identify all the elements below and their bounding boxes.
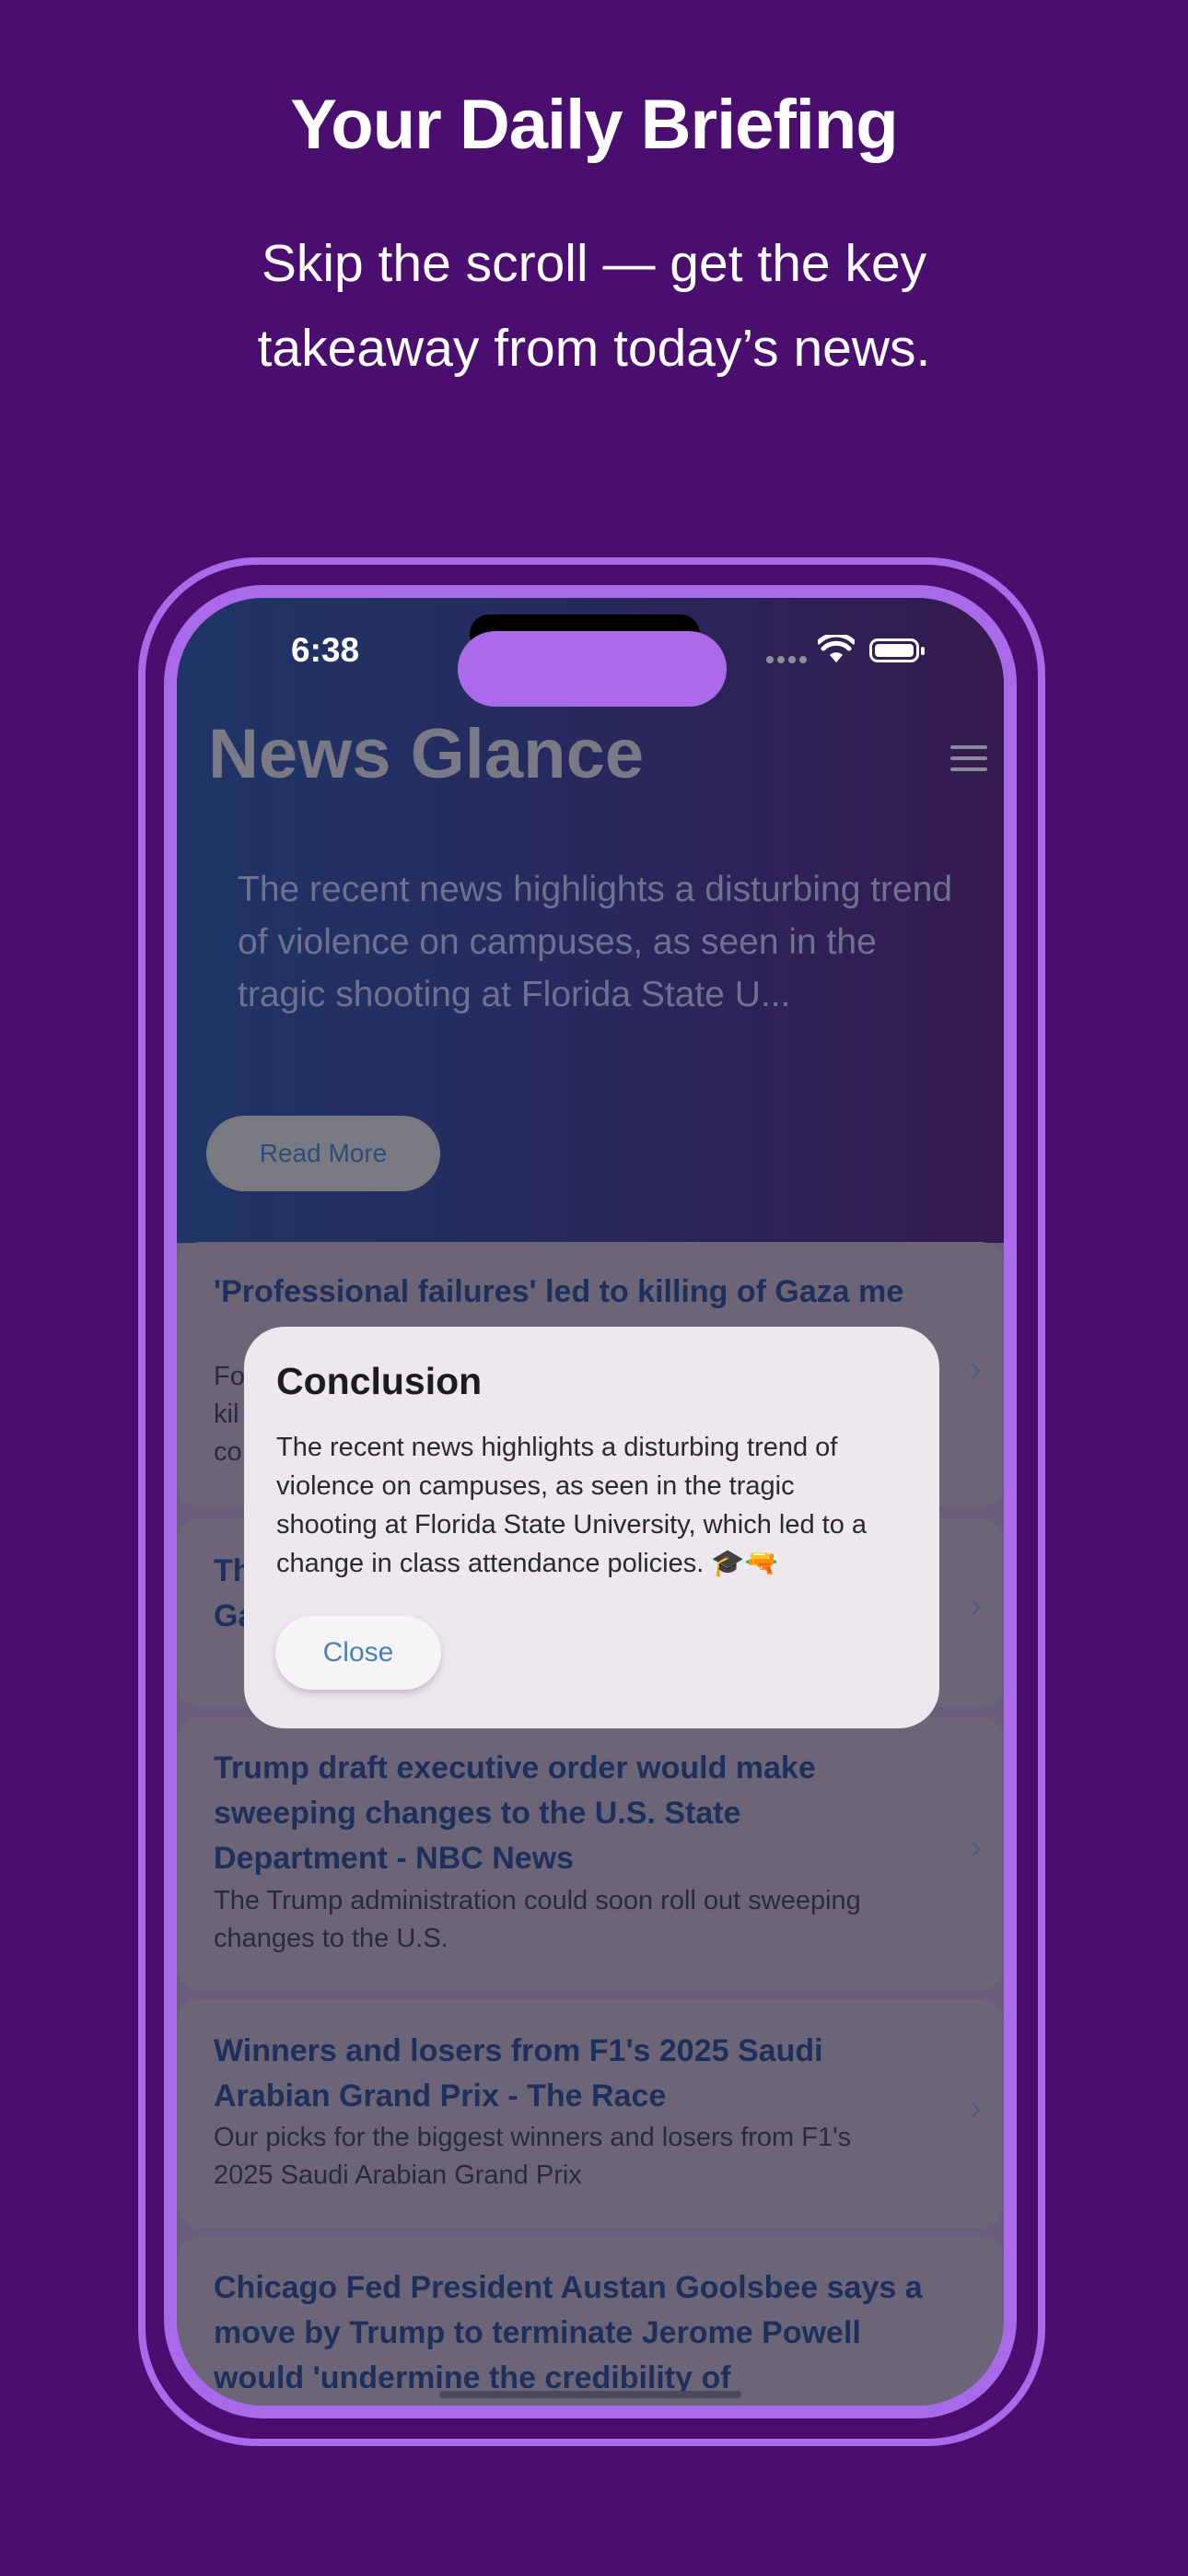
status-icons <box>766 635 932 672</box>
article-title: 'Professional failures' led to killing o… <box>214 1274 904 1309</box>
hero-subtitle-line-2: takeaway from today’s news. <box>257 319 931 378</box>
article-title: Trump draft executive order would make s… <box>214 1751 816 1876</box>
hero-title: Your Daily Briefing <box>290 86 898 164</box>
app-title: News Glance <box>208 715 645 793</box>
dialog-title: Conclusion <box>276 1360 483 1402</box>
hero-subtitle-line-1: Skip the scroll — get the key <box>261 234 927 293</box>
article-card[interactable]: Trump draft executive order would make s… <box>177 1716 1004 1991</box>
battery-icon <box>869 638 925 662</box>
article-desc: Our picks for the biggest winners and lo… <box>214 2123 852 2190</box>
article-card[interactable]: Winners and losers from F1's 2025 Saudi … <box>177 1999 1004 2228</box>
dialog-body: The recent news highlights a disturbing … <box>276 1433 868 1578</box>
signal-dots-icon <box>766 651 810 668</box>
conclusion-dialog: Conclusion The recent news highlights a … <box>244 1327 939 1728</box>
dynamic-island-pill <box>458 631 727 707</box>
news-summary: The recent news highlights a disturbing … <box>238 870 953 1014</box>
article-title: Winners and losers from F1's 2025 Saudi … <box>214 2033 823 2113</box>
read-more-button[interactable]: Read More <box>206 1116 440 1191</box>
menu-icon[interactable] <box>950 745 987 773</box>
article-desc: The Trump administration could soon roll… <box>214 1886 861 1953</box>
chevron-right-icon: › <box>969 1586 982 1626</box>
hero-subtitle: Skip the scroll — get the key takeaway f… <box>0 221 1188 391</box>
home-indicator <box>439 2391 741 2398</box>
article-title: Chicago Fed President Austan Goolsbee sa… <box>214 2270 923 2395</box>
chevron-right-icon: › <box>969 1349 982 1389</box>
wifi-icon <box>818 635 855 662</box>
chevron-right-icon: › <box>969 2088 982 2128</box>
chevron-right-icon: › <box>969 1827 982 1868</box>
status-time: 6:38 <box>291 631 360 669</box>
article-card[interactable]: Chicago Fed President Austan Goolsbee sa… <box>177 2236 1004 2406</box>
close-button[interactable]: Close <box>275 1616 441 1690</box>
